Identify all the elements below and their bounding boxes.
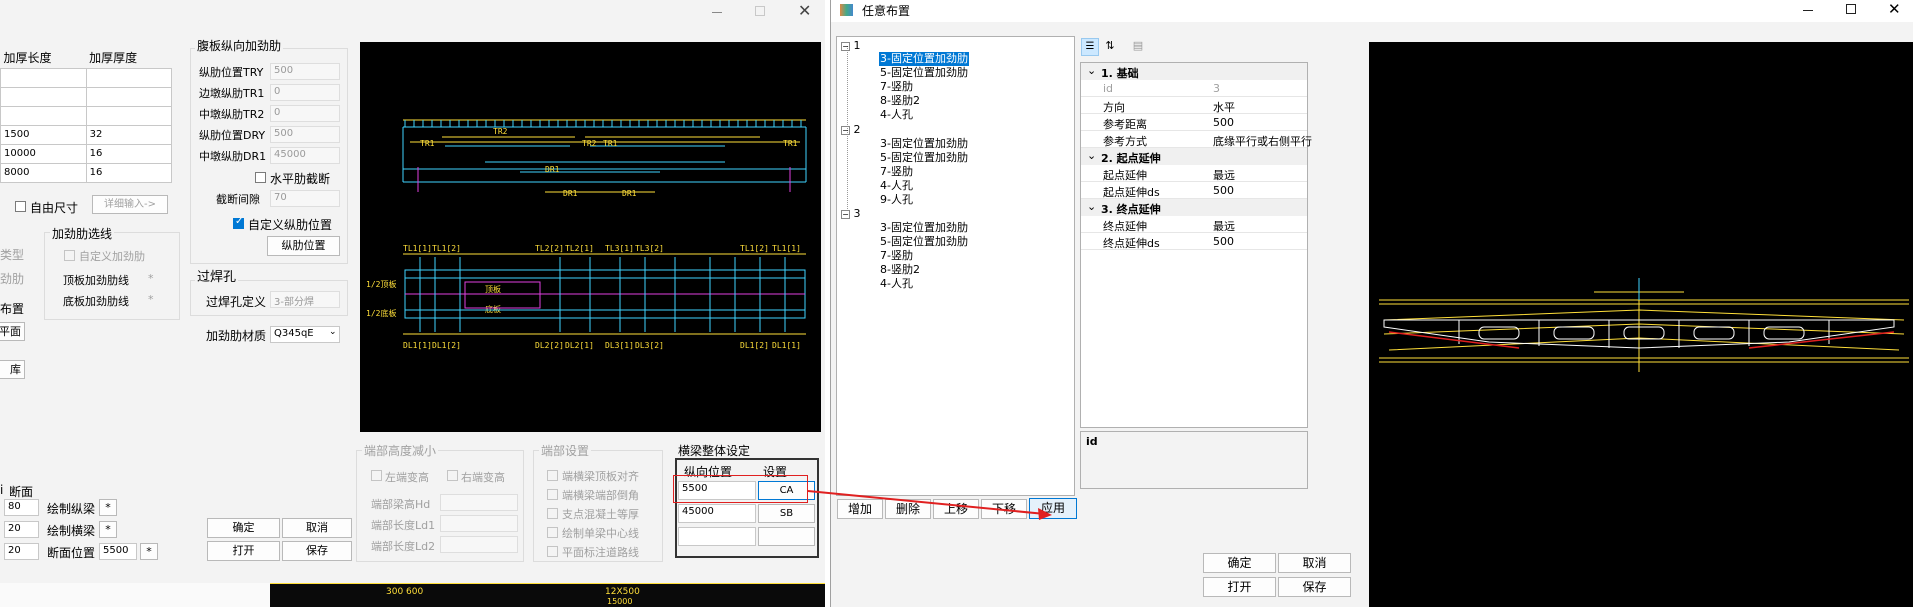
annotation-arrow xyxy=(807,490,1052,520)
